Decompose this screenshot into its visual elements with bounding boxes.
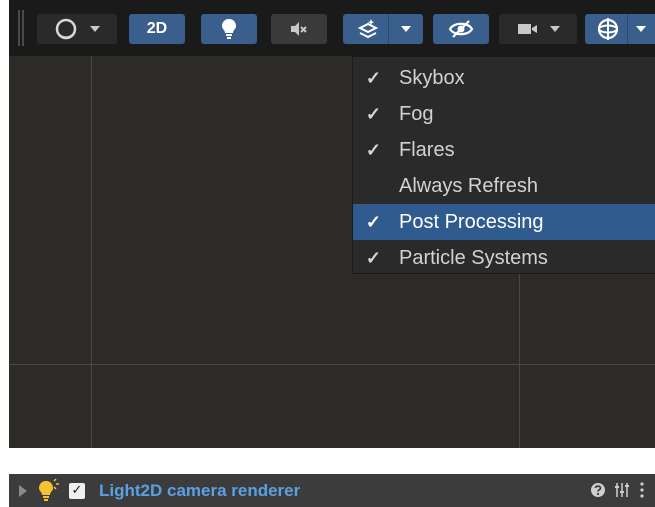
eye-slash-icon <box>448 20 474 38</box>
menu-item-label: Flares <box>399 138 455 161</box>
checkmark-icon: ✓ <box>365 211 381 232</box>
2d-mode-label: 2D <box>146 20 168 37</box>
camera-icon <box>518 24 537 34</box>
scene-toolbar: 2D <box>9 0 655 56</box>
toolbar-grip-handle[interactable] <box>18 10 24 46</box>
shaded-sphere-icon <box>55 18 77 40</box>
scene-audio-toggle[interactable] <box>271 14 327 44</box>
checkmark-icon: ✓ <box>365 247 381 268</box>
menu-item-label: Post Processing <box>399 210 544 233</box>
menu-item-label: Fog <box>399 102 434 125</box>
component-header[interactable]: ✓ Light2D camera renderer <box>9 474 655 507</box>
component-enabled-checkbox[interactable]: ✓ <box>69 482 85 499</box>
scene-view[interactable]: 2D ✓ Skybox ✓ Fog ✓ Flares Always Refres… <box>9 0 655 448</box>
light-bulb-icon <box>39 477 59 501</box>
menu-item-post-processing[interactable]: ✓ Post Processing <box>353 204 655 240</box>
more-options-button[interactable] <box>637 481 647 499</box>
preset-sliders-icon <box>615 483 629 497</box>
camera-settings-dropdown[interactable] <box>499 14 577 44</box>
grid-line <box>519 274 520 448</box>
gizmos-globe-icon <box>597 18 618 40</box>
audio-mute-icon <box>291 22 307 36</box>
scene-lighting-toggle[interactable] <box>201 14 257 44</box>
checkmark-icon: ✓ <box>365 103 381 124</box>
presets-button[interactable] <box>613 481 631 499</box>
light-bulb-icon <box>222 19 236 39</box>
editor-window: 2D ✓ Skybox ✓ Fog ✓ Flares Always Refres… <box>0 0 655 507</box>
chevron-down-icon <box>400 26 411 32</box>
component-title: Light2D camera renderer <box>99 480 301 500</box>
menu-item-label: Always Refresh <box>399 174 538 197</box>
more-options-icon <box>640 482 644 498</box>
chevron-down-icon <box>635 26 646 32</box>
menu-item-particle-systems[interactable]: ✓ Particle Systems <box>353 240 655 276</box>
menu-item-flares[interactable]: ✓ Flares <box>353 132 655 168</box>
scene-visibility-toggle[interactable] <box>433 14 489 44</box>
chevron-down-icon <box>90 26 100 32</box>
effects-layers-icon <box>357 19 378 39</box>
scene-effects-menu: ✓ Skybox ✓ Fog ✓ Flares Always Refresh ✓… <box>352 56 655 274</box>
scene-effects-dropdown[interactable] <box>343 14 423 44</box>
checkmark-icon: ✓ <box>365 139 381 160</box>
help-icon <box>591 483 605 497</box>
checkmark-icon: ✓ <box>71 483 83 498</box>
help-button[interactable] <box>589 481 607 499</box>
menu-item-always-refresh[interactable]: Always Refresh <box>353 168 655 204</box>
checkmark-icon: ✓ <box>365 67 381 88</box>
grid-line <box>91 56 92 448</box>
2d-mode-toggle[interactable]: 2D <box>129 14 185 44</box>
menu-item-skybox[interactable]: ✓ Skybox <box>353 60 655 96</box>
draw-mode-dropdown[interactable] <box>37 14 117 44</box>
expand-arrow-icon[interactable] <box>17 484 29 498</box>
menu-item-label: Skybox <box>399 66 465 89</box>
menu-item-label: Particle Systems <box>399 246 548 269</box>
grid-line <box>9 364 655 365</box>
chevron-down-icon <box>550 26 560 32</box>
gizmos-dropdown[interactable] <box>585 14 655 44</box>
menu-item-fog[interactable]: ✓ Fog <box>353 96 655 132</box>
